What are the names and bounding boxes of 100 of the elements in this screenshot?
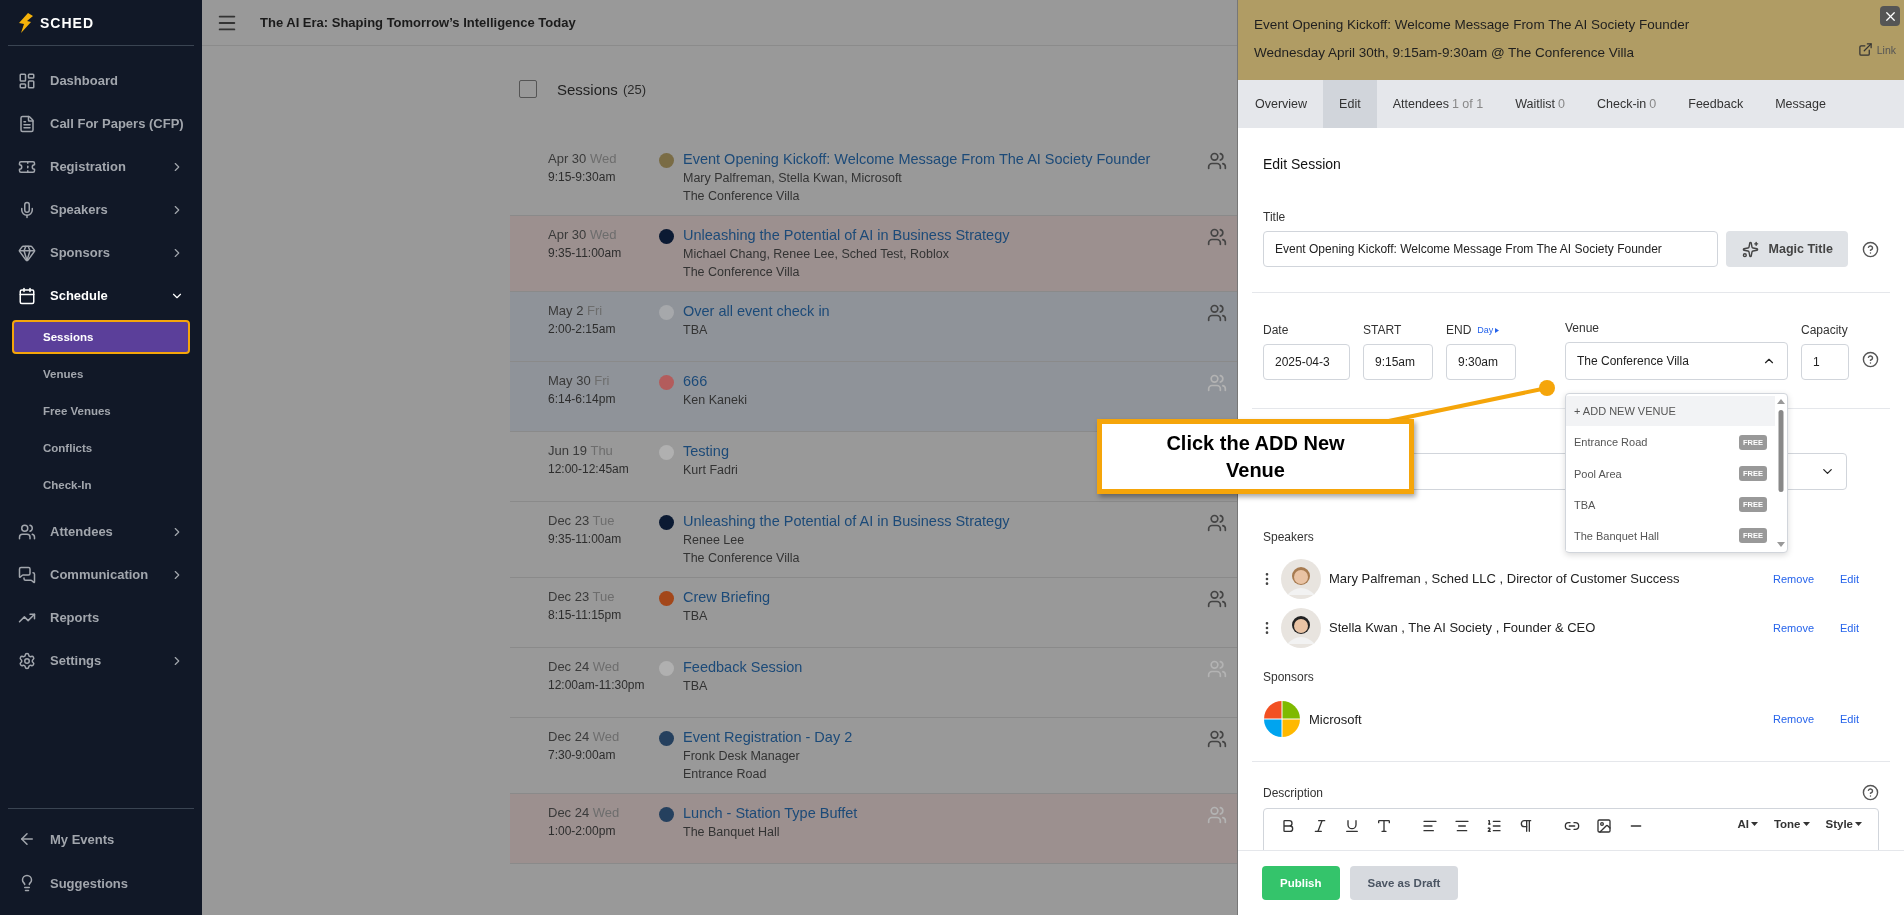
field-label: Title — [1263, 210, 1286, 224]
align-center-icon[interactable] — [1454, 818, 1470, 834]
document-icon — [18, 114, 36, 133]
speaker-action-link[interactable]: Remove — [1773, 621, 1815, 634]
field-label: Date — [1263, 323, 1289, 337]
logo-text: SCHED — [40, 14, 94, 31]
underline-icon[interactable] — [1344, 818, 1360, 834]
people-icon[interactable] — [1207, 729, 1227, 749]
close-button[interactable] — [1880, 6, 1900, 26]
people-icon[interactable] — [1207, 303, 1227, 323]
panel-subtitle: Wednesday April 30th, 9:15am-9:30am @ The Conference Villa — [1254, 45, 1634, 60]
date-field[interactable]: 2025-04-3 — [1263, 344, 1350, 380]
editor-menu[interactable]: AI — [1737, 818, 1758, 830]
grid-icon — [18, 71, 36, 90]
nav-item[interactable]: Call For Papers (CFP) — [0, 102, 202, 145]
venue-option[interactable]: + ADD NEW VENUE — [1566, 396, 1775, 427]
session-time: 6:14-6:14pm — [548, 392, 617, 406]
tab[interactable]: Message — [1759, 80, 1842, 128]
help-icon[interactable] — [1862, 351, 1879, 368]
speaker-action-link[interactable]: Remove — [1773, 572, 1815, 585]
session-time: 9:15-9:30am — [548, 170, 617, 184]
session-detail: The Conference Villa — [683, 265, 800, 279]
sponsor-logo-icon — [1263, 700, 1301, 738]
nav-item[interactable]: My Events — [8, 817, 194, 861]
speaker-action-link[interactable]: Edit — [1840, 621, 1859, 634]
field-label: END — [1446, 323, 1472, 337]
section-label: Speakers — [1263, 530, 1314, 544]
sessions-title: Sessions — [557, 80, 618, 98]
nav-subitem[interactable]: Venues — [12, 357, 190, 391]
editor-menu[interactable]: Tone — [1773, 818, 1810, 830]
people-icon[interactable] — [1207, 151, 1227, 171]
field-label: Description — [1263, 785, 1324, 800]
tab[interactable]: Overview — [1239, 80, 1324, 128]
start-time-field[interactable]: 9:15am — [1363, 344, 1433, 380]
field-label: Venue — [1565, 321, 1600, 335]
session-detail: Ken Kaneki — [683, 393, 747, 407]
session-detail: The Banquet Hall — [683, 825, 780, 839]
title-field[interactable]: Event Opening Kickoff: Welcome Message From The AI Society Founder — [1263, 231, 1719, 267]
nav-item[interactable]: Settings — [0, 639, 202, 682]
session-detail: Mary Palfreman, Stella Kwan, Microsoft — [683, 171, 902, 185]
session-detail: Kurt Fadri — [683, 463, 738, 477]
editor-menu[interactable]: Style — [1825, 818, 1862, 830]
caret-icon — [1802, 822, 1810, 826]
nav-subitem[interactable]: Conflicts — [12, 431, 190, 465]
session-detail: TBA — [683, 679, 708, 693]
session-detail: TBA — [683, 323, 708, 337]
numbered-list-icon[interactable] — [1486, 818, 1502, 834]
speaker-name: Mary Palfreman , Sched LLC , Director of Customer Success — [1329, 571, 1681, 586]
end-time-field[interactable]: 9:30am — [1446, 344, 1516, 380]
tab[interactable]: Attendees 1 of 1 — [1376, 80, 1500, 128]
italic-icon[interactable] — [1312, 818, 1328, 834]
people-icon[interactable] — [1207, 513, 1227, 533]
nav-item[interactable]: Sponsors — [0, 231, 202, 274]
nav-subitem[interactable]: Free Venues — [12, 394, 190, 428]
text-size-icon[interactable] — [1376, 818, 1392, 834]
day-link[interactable]: Day — [1477, 325, 1500, 335]
nav-item[interactable]: Registration — [0, 145, 202, 188]
session-detail: Renee Lee — [683, 533, 745, 547]
sponsor-action-link[interactable]: Remove — [1773, 713, 1815, 725]
help-icon[interactable] — [1862, 240, 1879, 258]
speaker-name: Stella Kwan , The AI Society , Founder & CEO — [1329, 620, 1597, 635]
session-time: 7:30-9:00am — [548, 748, 617, 762]
help-icon[interactable] — [1862, 784, 1879, 801]
chat-icon — [18, 565, 36, 584]
sponsor-action-link[interactable]: Edit — [1840, 713, 1859, 725]
session-time: 12:00am-11:30pm — [548, 678, 646, 692]
nav-item[interactable]: Speakers — [0, 188, 202, 231]
session-time: 12:00-12:45am — [548, 462, 630, 476]
nav-subitem[interactable]: Sessions — [12, 320, 190, 354]
people-icon[interactable] — [1207, 227, 1227, 247]
tab[interactable]: Feedback — [1672, 80, 1760, 128]
section-label: Sponsors — [1263, 670, 1314, 684]
tab[interactable]: Waitlist 0 — [1499, 80, 1581, 128]
nav-item[interactable]: Communication — [0, 553, 202, 596]
nav-subitem[interactable]: Check-In — [12, 468, 190, 502]
avatar-icon — [1281, 558, 1321, 599]
tab[interactable]: Check-in 0 — [1581, 80, 1673, 128]
nav-item[interactable]: Attendees — [0, 510, 202, 553]
capacity-field[interactable]: 1 — [1801, 344, 1849, 380]
align-left-icon[interactable] — [1422, 818, 1438, 834]
save-draft-button[interactable]: Save as Draft — [1349, 866, 1459, 900]
caret-icon — [1750, 822, 1758, 826]
nav-item[interactable]: Suggestions — [8, 861, 194, 905]
nav-item[interactable]: Dashboard — [0, 59, 202, 102]
tab[interactable]: Edit — [1323, 80, 1377, 128]
people-icon[interactable] — [1207, 589, 1227, 609]
field-label: START — [1363, 323, 1402, 337]
bold-icon[interactable] — [1280, 818, 1296, 834]
session-time: 8:15-11:15pm — [548, 608, 623, 622]
nav-item[interactable]: Reports — [0, 596, 202, 639]
magic-title-button[interactable]: Magic Title — [1726, 231, 1848, 267]
select-all-checkbox[interactable] — [519, 80, 537, 98]
paragraph-icon[interactable] — [1518, 818, 1534, 834]
caret-icon — [1495, 327, 1500, 333]
nav-item[interactable]: Schedule — [0, 274, 202, 317]
image-icon[interactable] — [1596, 818, 1612, 834]
event-title: The AI Era: Shaping Tomorrow’s Intelligence Today — [260, 15, 576, 30]
session-detail: The Conference Villa — [683, 551, 800, 565]
venue-select[interactable]: The Conference Villa — [1565, 342, 1788, 380]
speaker-action-link[interactable]: Edit — [1840, 572, 1859, 585]
